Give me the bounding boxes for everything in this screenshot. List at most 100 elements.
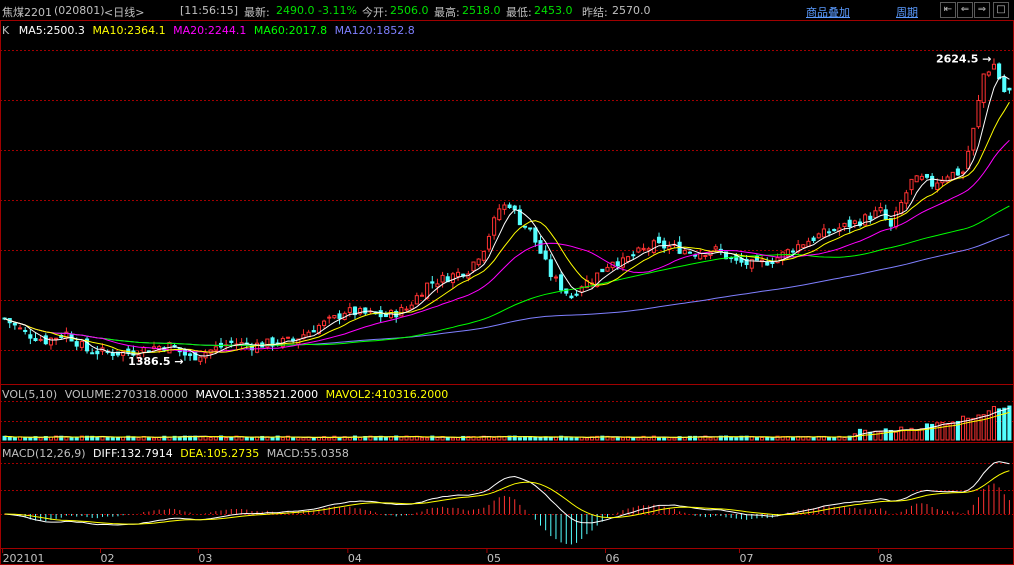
candle-body (79, 341, 84, 348)
volume-bar (7, 436, 12, 441)
candle-body (832, 228, 837, 232)
volume-bar (419, 437, 425, 441)
candle-body (95, 350, 100, 355)
volume-bar (146, 436, 151, 441)
volume-bar (28, 436, 33, 441)
candle-body (1002, 77, 1007, 93)
candle-body (322, 320, 327, 327)
volume-bar (115, 437, 120, 441)
candle-body (17, 327, 23, 330)
candle-body (713, 246, 718, 250)
candle-body (790, 250, 796, 253)
candle-body (842, 222, 847, 228)
candle-body (775, 257, 780, 264)
candle-body (90, 352, 95, 355)
volume-bar (646, 437, 651, 441)
volume-bar (311, 437, 316, 441)
candle-body (23, 329, 28, 332)
candle-body (497, 208, 502, 221)
volume-bar (517, 437, 522, 441)
candle-body (404, 308, 409, 311)
candle-body (847, 219, 852, 228)
candle-body (615, 261, 620, 267)
volume-bar (64, 436, 69, 441)
volume-bar (301, 437, 306, 441)
volume-bar (729, 436, 734, 441)
candle-body (631, 254, 636, 257)
volume-bar (873, 430, 878, 441)
candle-body (435, 283, 440, 288)
candle-body (873, 210, 878, 219)
candle-body (528, 227, 533, 230)
volume-bar (811, 437, 816, 441)
candle-body (651, 240, 656, 253)
candle-body (966, 150, 971, 170)
volume-bar (832, 436, 837, 441)
ma10-line (4, 102, 1010, 354)
month-label: 05 (487, 552, 501, 565)
candle-body (811, 237, 816, 242)
volume-bar (790, 437, 796, 441)
kline-chart[interactable]: 2624.5 → 1386.5 → 202101 02 03 04 05 06 07 08 (0, 0, 1014, 565)
volume-bar (327, 437, 332, 441)
candle-body (997, 63, 1002, 80)
candle-body (935, 182, 940, 191)
candle-body (285, 336, 291, 339)
candle-body (203, 352, 208, 359)
candle-body (976, 100, 981, 128)
candle-body (507, 204, 512, 209)
candle-body (332, 315, 337, 319)
candle-body (43, 335, 48, 345)
volume-bar (456, 437, 461, 441)
candle-body (512, 205, 517, 210)
volume-bar (445, 437, 450, 441)
candle-body (265, 338, 270, 348)
diff-line (4, 461, 1010, 526)
volume-bar (476, 436, 481, 441)
candle-body (198, 356, 203, 362)
volume-bar (734, 437, 739, 441)
candle-body (909, 178, 914, 191)
ma20-line (4, 139, 1010, 353)
volume-bar (270, 437, 275, 441)
candle-body (569, 295, 574, 299)
volume-bar (12, 437, 17, 441)
dea-line (4, 470, 1010, 525)
candle-body (409, 304, 414, 310)
min-price-label: 1386.5 → (128, 355, 184, 368)
candle-body (919, 175, 924, 180)
candle-body (38, 338, 43, 341)
volume-bar (894, 431, 899, 441)
candle-body (816, 233, 821, 239)
volume-bar (69, 437, 74, 441)
candle-body (553, 276, 558, 279)
max-price-label: 2624.5 → (936, 52, 992, 65)
candle-body (543, 250, 548, 260)
candle-body (188, 353, 193, 356)
volume-bar (383, 436, 388, 441)
volume-bar (991, 405, 997, 441)
volume-bar (1007, 405, 1012, 441)
ma120-line (4, 233, 1010, 346)
candle-body (899, 201, 904, 215)
candle-body (863, 214, 868, 226)
volume-bar (533, 437, 538, 441)
volume-bar (435, 437, 440, 441)
ma60-line (4, 205, 1010, 346)
candle-body (456, 271, 461, 277)
volume-bar (492, 436, 497, 441)
volume-bar (569, 436, 574, 441)
candle-body (636, 247, 641, 253)
candle-body (698, 252, 703, 260)
candle-body (291, 338, 296, 342)
candle-body (961, 171, 966, 174)
candle-body (878, 207, 883, 212)
volume-bar (213, 436, 218, 441)
volume-bar (631, 437, 636, 441)
candle-body (74, 341, 79, 347)
volume-bar (899, 426, 904, 441)
volume-bar (38, 437, 43, 441)
volume-bar (950, 421, 955, 441)
candle-body (600, 268, 605, 273)
candle-body (991, 63, 997, 70)
